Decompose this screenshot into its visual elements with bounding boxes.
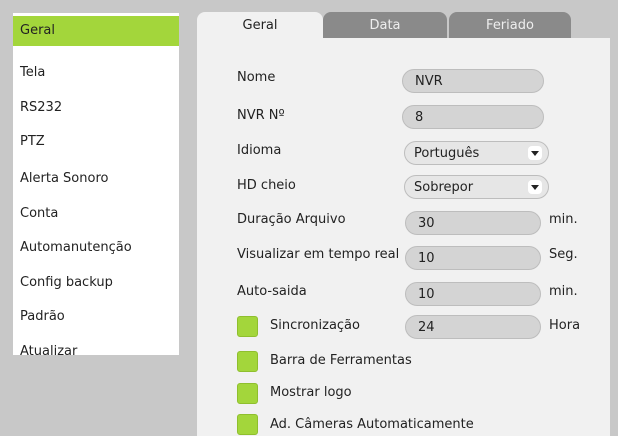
- duracao-label: Duração Arquivo: [237, 212, 346, 227]
- sincronizacao-unit: Hora: [549, 318, 581, 333]
- duracao-unit: min.: [549, 212, 578, 227]
- nome-field[interactable]: NVR: [402, 69, 544, 93]
- hd-cheio-label: HD cheio: [237, 178, 296, 193]
- sidebar-item-automanutencao[interactable]: Automanutenção: [13, 233, 179, 263]
- chevron-down-icon: [528, 146, 542, 160]
- sidebar-item-padrao[interactable]: Padrão: [13, 302, 179, 332]
- nome-label: Nome: [237, 70, 276, 85]
- visualizar-unit: Seg.: [549, 247, 578, 262]
- sidebar-item-rs232[interactable]: RS232: [13, 93, 179, 123]
- sidebar-item-conta[interactable]: Conta: [13, 199, 179, 229]
- idioma-label: Idioma: [237, 143, 282, 158]
- auto-saida-label: Auto-saida: [237, 284, 307, 299]
- sidebar-item-tela[interactable]: Tela: [13, 58, 179, 88]
- visualizar-field[interactable]: 10: [405, 246, 541, 270]
- barra-ferramentas-label: Barra de Ferramentas: [270, 353, 412, 368]
- idioma-select[interactable]: Português: [404, 141, 549, 165]
- sincronizacao-field[interactable]: 24: [405, 315, 541, 339]
- mostrar-logo-label: Mostrar logo: [270, 385, 352, 400]
- duracao-field[interactable]: 30: [405, 211, 541, 235]
- sidebar-item-alerta-sonoro[interactable]: Alerta Sonoro: [13, 164, 179, 194]
- sidebar-item-geral[interactable]: Geral: [13, 16, 179, 46]
- hd-cheio-value: Sobrepor: [414, 180, 474, 195]
- nvr-number-label: NVR Nº: [237, 108, 285, 123]
- nvr-number-field[interactable]: 8: [402, 105, 544, 129]
- settings-sidebar: Geral Tela RS232 PTZ Alerta Sonoro Conta…: [13, 13, 179, 359]
- mostrar-logo-checkbox[interactable]: [237, 383, 258, 404]
- sincronizacao-checkbox[interactable]: [237, 316, 258, 337]
- sidebar-item-config-backup[interactable]: Config backup: [13, 268, 179, 298]
- chevron-down-icon: [528, 180, 542, 194]
- ad-cameras-label: Ad. Câmeras Automaticamente: [270, 417, 474, 432]
- settings-panel: [197, 38, 610, 436]
- auto-saida-field[interactable]: 10: [405, 282, 541, 306]
- sidebar-item-ptz[interactable]: PTZ: [13, 127, 179, 157]
- tab-feriado[interactable]: Feriado: [449, 12, 571, 40]
- tab-data[interactable]: Data: [323, 12, 447, 40]
- barra-ferramentas-checkbox[interactable]: [237, 351, 258, 372]
- visualizar-label: Visualizar em tempo real: [237, 247, 400, 262]
- tab-geral[interactable]: Geral: [197, 12, 323, 40]
- ad-cameras-checkbox[interactable]: [237, 414, 258, 435]
- auto-saida-unit: min.: [549, 284, 578, 299]
- hd-cheio-select[interactable]: Sobrepor: [404, 175, 549, 199]
- sidebar-item-atualizar[interactable]: Atualizar: [13, 337, 179, 367]
- sincronizacao-label: Sincronização: [270, 318, 360, 333]
- idioma-value: Português: [414, 146, 480, 161]
